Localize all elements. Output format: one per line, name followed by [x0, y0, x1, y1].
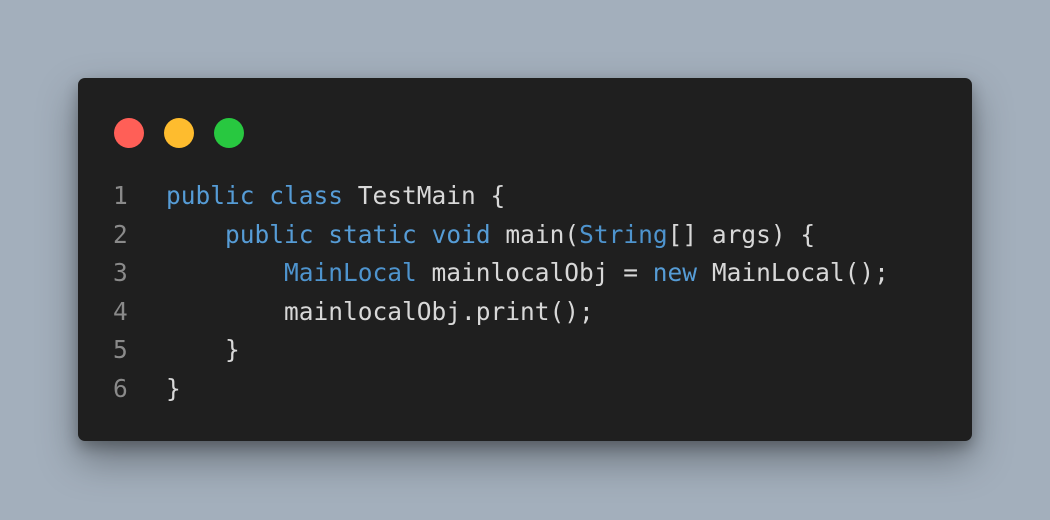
close-dot-icon[interactable] [114, 118, 144, 148]
code-block: 1 public class TestMain {2 public static … [113, 177, 952, 408]
code-line: 3 MainLocal mainlocalObj = new MainLocal… [113, 254, 952, 293]
code-text: public static void main(String[] args) { [166, 216, 952, 255]
window-controls [114, 118, 244, 148]
line-number: 6 [113, 373, 128, 403]
line-number: 5 [113, 335, 128, 364]
code-token: } [166, 335, 240, 364]
code-token: main( [490, 219, 580, 249]
code-text: public class TestMain { [166, 177, 952, 216]
code-token: MainLocal(); [697, 258, 889, 287]
code-token: [] args) { [667, 219, 816, 249]
line-number: 1 [113, 181, 128, 210]
keyword-token: public [225, 219, 314, 249]
keyword-token: public [166, 181, 255, 210]
code-window: 1 public class TestMain {2 public static … [78, 78, 972, 441]
keyword-token: new [652, 258, 698, 287]
code-token: mainlocalObj = [416, 258, 653, 287]
maximize-dot-icon[interactable] [214, 118, 244, 148]
code-text: } [166, 370, 952, 409]
line-number: 3 [113, 258, 128, 287]
code-text: mainlocalObj.print(); [166, 293, 952, 332]
code-text: MainLocal mainlocalObj = new MainLocal()… [166, 254, 952, 293]
keyword-token: class [269, 181, 344, 210]
code-line: 5 } [113, 331, 952, 370]
code-line: 2 public static void main(String[] args)… [113, 216, 952, 255]
code-line: 4 mainlocalObj.print(); [113, 293, 952, 332]
code-line: 6} [113, 370, 952, 409]
code-token: } [166, 373, 181, 403]
type-token: MainLocal [284, 258, 417, 287]
code-line: 1 public class TestMain { [113, 177, 952, 216]
type-token: String [579, 219, 668, 249]
keyword-token: static [328, 219, 417, 249]
code-token: mainlocalObj.print(); [166, 296, 594, 326]
keyword-token: void [431, 219, 491, 249]
minimize-dot-icon[interactable] [164, 118, 194, 148]
line-number: 2 [113, 219, 128, 249]
line-number: 4 [113, 296, 128, 326]
code-token: TestMain { [343, 181, 506, 210]
code-text: } [166, 331, 952, 370]
